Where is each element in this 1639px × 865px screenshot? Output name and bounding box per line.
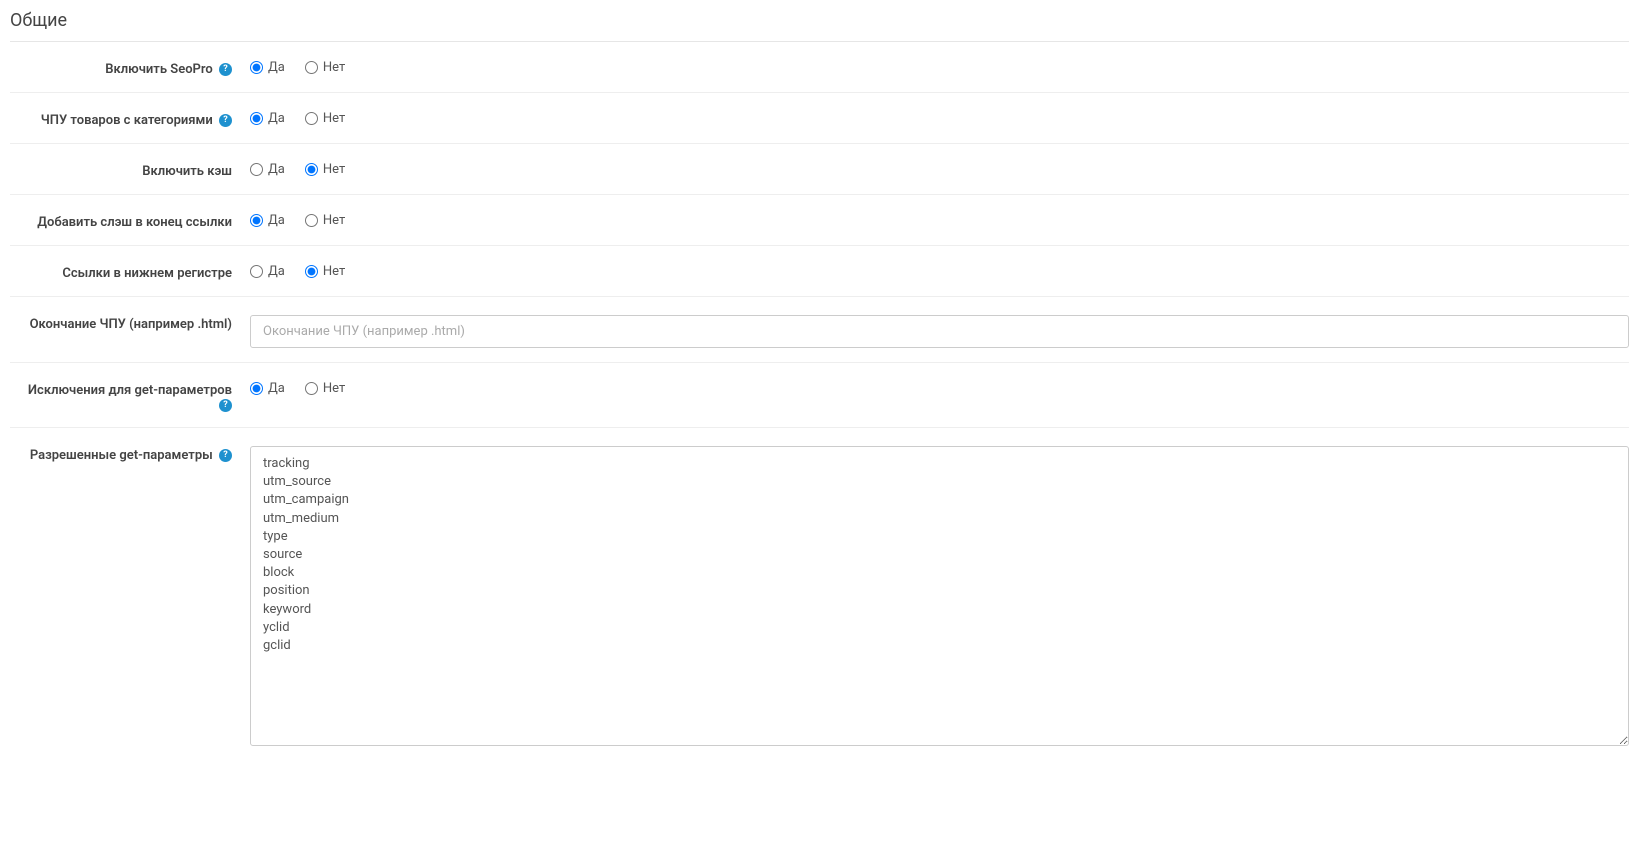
- radio-no-input[interactable]: [305, 61, 318, 74]
- radio-yes-input[interactable]: [250, 214, 263, 227]
- row-lowercase-links: Ссылки в нижнем регистре Да Нет: [10, 246, 1629, 297]
- radio-yes-input[interactable]: [250, 382, 263, 395]
- label-text: Добавить слэш в конец ссылки: [37, 215, 232, 230]
- allowed-get-textarea[interactable]: [250, 446, 1629, 746]
- radio-no-input[interactable]: [305, 382, 318, 395]
- radio-yes[interactable]: Да: [250, 264, 285, 279]
- control-get-exceptions: Да Нет: [250, 377, 1629, 399]
- label-seo-ending: Окончание ЧПУ (например .html): [10, 311, 250, 332]
- radio-no[interactable]: Нет: [305, 264, 345, 279]
- row-seo-ending: Окончание ЧПУ (например .html): [10, 297, 1629, 363]
- radio-group: Да Нет: [250, 213, 345, 228]
- radio-yes-label: Да: [268, 264, 285, 279]
- label-seo-categories: ЧПУ товаров с категориями ?: [10, 107, 250, 128]
- label-get-exceptions: Исключения для get-параметров ?: [10, 377, 250, 413]
- radio-yes-input[interactable]: [250, 61, 263, 74]
- row-allowed-get: Разрешенные get-параметры ?: [10, 428, 1629, 764]
- row-seo-categories: ЧПУ товаров с категориями ? Да Нет: [10, 93, 1629, 144]
- row-enable-seopro: Включить SeoPro ? Да Нет: [10, 42, 1629, 93]
- control-enable-seopro: Да Нет: [250, 56, 1629, 78]
- radio-no-input[interactable]: [305, 265, 318, 278]
- radio-yes[interactable]: Да: [250, 162, 285, 177]
- radio-no[interactable]: Нет: [305, 60, 345, 75]
- radio-yes-input[interactable]: [250, 163, 263, 176]
- label-trailing-slash: Добавить слэш в конец ссылки: [10, 209, 250, 230]
- label-text: Ссылки в нижнем регистре: [62, 266, 232, 281]
- radio-no[interactable]: Нет: [305, 111, 345, 126]
- radio-yes-label: Да: [268, 381, 285, 396]
- radio-no-label: Нет: [323, 162, 345, 177]
- radio-no-label: Нет: [323, 264, 345, 279]
- radio-no[interactable]: Нет: [305, 162, 345, 177]
- section-title: Общие: [10, 10, 1629, 42]
- radio-no-label: Нет: [323, 60, 345, 75]
- radio-yes[interactable]: Да: [250, 213, 285, 228]
- row-enable-cache: Включить кэш Да Нет: [10, 144, 1629, 195]
- help-icon[interactable]: ?: [219, 399, 232, 412]
- radio-yes-label: Да: [268, 162, 285, 177]
- radio-yes-input[interactable]: [250, 265, 263, 278]
- row-trailing-slash: Добавить слэш в конец ссылки Да Нет: [10, 195, 1629, 246]
- label-enable-cache: Включить кэш: [10, 158, 250, 179]
- label-text: Включить SeoPro: [105, 62, 213, 77]
- help-icon[interactable]: ?: [219, 63, 232, 76]
- radio-group: Да Нет: [250, 60, 345, 75]
- label-text: Включить кэш: [142, 164, 232, 179]
- label-allowed-get: Разрешенные get-параметры ?: [10, 442, 250, 463]
- radio-yes[interactable]: Да: [250, 60, 285, 75]
- control-allowed-get: [250, 442, 1629, 750]
- radio-no[interactable]: Нет: [305, 213, 345, 228]
- radio-yes[interactable]: Да: [250, 381, 285, 396]
- help-icon[interactable]: ?: [219, 114, 232, 127]
- radio-group: Да Нет: [250, 162, 345, 177]
- radio-no-input[interactable]: [305, 163, 318, 176]
- control-lowercase-links: Да Нет: [250, 260, 1629, 282]
- radio-no-label: Нет: [323, 381, 345, 396]
- control-enable-cache: Да Нет: [250, 158, 1629, 180]
- control-seo-categories: Да Нет: [250, 107, 1629, 129]
- radio-group: Да Нет: [250, 264, 345, 279]
- label-text: Окончание ЧПУ (например .html): [30, 317, 232, 332]
- radio-yes-label: Да: [268, 111, 285, 126]
- label-lowercase-links: Ссылки в нижнем регистре: [10, 260, 250, 281]
- label-text: Исключения для get-параметров: [28, 383, 232, 398]
- seo-ending-input[interactable]: [250, 315, 1629, 348]
- radio-yes-label: Да: [268, 60, 285, 75]
- control-seo-ending: [250, 311, 1629, 348]
- radio-no[interactable]: Нет: [305, 381, 345, 396]
- radio-no-input[interactable]: [305, 214, 318, 227]
- radio-group: Да Нет: [250, 111, 345, 126]
- help-icon[interactable]: ?: [219, 449, 232, 462]
- row-get-exceptions: Исключения для get-параметров ? Да Нет: [10, 363, 1629, 428]
- radio-no-input[interactable]: [305, 112, 318, 125]
- control-trailing-slash: Да Нет: [250, 209, 1629, 231]
- radio-no-label: Нет: [323, 213, 345, 228]
- radio-no-label: Нет: [323, 111, 345, 126]
- radio-group: Да Нет: [250, 381, 345, 396]
- label-enable-seopro: Включить SeoPro ?: [10, 56, 250, 77]
- radio-yes-input[interactable]: [250, 112, 263, 125]
- label-text: Разрешенные get-параметры: [30, 448, 213, 463]
- radio-yes[interactable]: Да: [250, 111, 285, 126]
- label-text: ЧПУ товаров с категориями: [41, 113, 213, 128]
- radio-yes-label: Да: [268, 213, 285, 228]
